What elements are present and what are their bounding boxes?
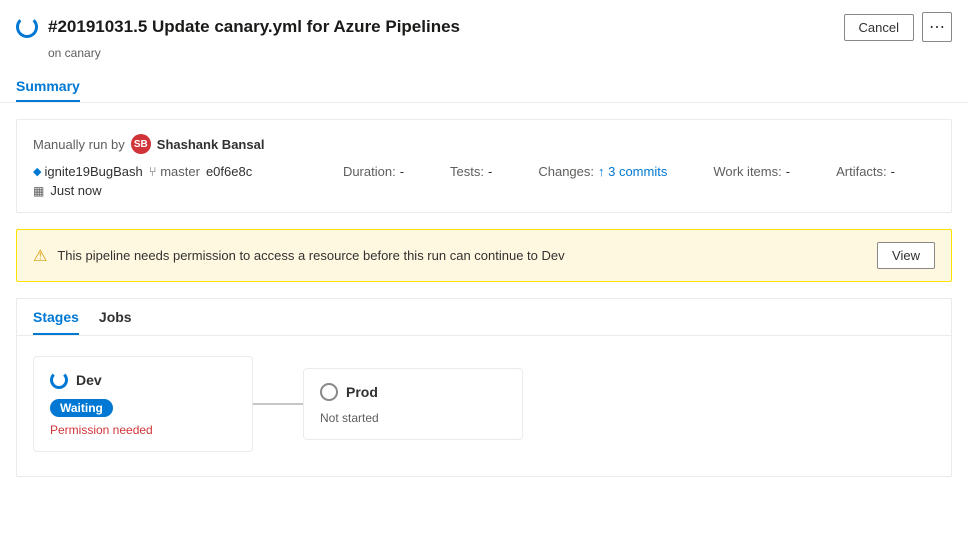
tab-summary[interactable]: Summary <box>16 70 80 102</box>
artifacts-label: Artifacts: <box>836 164 887 179</box>
waiting-spinner-icon <box>50 371 68 389</box>
artifacts-value: - <box>891 164 895 179</box>
run-by-name: Shashank Bansal <box>157 137 265 152</box>
main-tabs: Summary <box>0 70 968 103</box>
meta-row: ◆ ignite19BugBash ⑂ master e0f6e8c Durat… <box>33 164 935 179</box>
cancel-button[interactable]: Cancel <box>844 14 914 41</box>
warning-banner: ⚠ This pipeline needs permission to acce… <box>16 229 952 282</box>
run-by-label: Manually run by <box>33 137 125 152</box>
tests-stat: Tests: - <box>450 164 492 179</box>
info-card: Manually run by SB Shashank Bansal ◆ ign… <box>16 119 952 213</box>
avatar: SB <box>131 134 151 154</box>
ellipsis-icon: ⋯ <box>929 17 945 37</box>
stage-card-header-prod: Prod <box>320 383 506 401</box>
commit-hash: e0f6e8c <box>206 164 252 179</box>
time-row: ▦ Just now <box>33 183 935 198</box>
work-items-value: - <box>786 164 790 179</box>
spinner-icon <box>16 16 38 38</box>
diamond-icon: ◆ <box>33 165 41 178</box>
stages-tabs: Stages Jobs <box>17 299 951 336</box>
duration-stat: Duration: - <box>343 164 404 179</box>
branch-separator: ⑂ master <box>149 164 200 179</box>
permission-needed-text: Permission needed <box>50 423 236 437</box>
branch-tag: ◆ ignite19BugBash <box>33 164 143 179</box>
view-button[interactable]: View <box>877 242 935 269</box>
stage-name-prod: Prod <box>346 384 378 400</box>
stage-card-prod[interactable]: Prod Not started <box>303 368 523 440</box>
duration-value: - <box>400 164 404 179</box>
header-left: #20191031.5 Update canary.yml for Azure … <box>16 16 460 38</box>
work-items-stat: Work items: - <box>713 164 790 179</box>
header: #20191031.5 Update canary.yml for Azure … <box>0 0 968 46</box>
page-title: #20191031.5 Update canary.yml for Azure … <box>48 17 460 37</box>
stage-connector <box>253 403 303 405</box>
pipeline-subtitle: on canary <box>0 46 968 70</box>
not-started-icon <box>320 383 338 401</box>
run-by-row: Manually run by SB Shashank Bansal <box>33 134 935 154</box>
tests-label: Tests: <box>450 164 484 179</box>
branch-name: ignite19BugBash <box>44 164 142 179</box>
more-options-button[interactable]: ⋯ <box>922 12 952 42</box>
work-items-label: Work items: <box>713 164 781 179</box>
tab-stages[interactable]: Stages <box>33 299 79 335</box>
stage-card-header-dev: Dev <box>50 371 236 389</box>
not-started-text: Not started <box>320 411 506 425</box>
page-container: #20191031.5 Update canary.yml for Azure … <box>0 0 968 548</box>
stage-card-dev[interactable]: Dev Waiting Permission needed <box>33 356 253 452</box>
artifacts-stat: Artifacts: - <box>836 164 895 179</box>
changes-value[interactable]: ↑ 3 commits <box>598 164 667 179</box>
pipeline-title: Update canary.yml for Azure Pipelines <box>152 17 460 36</box>
waiting-badge: Waiting <box>50 399 113 417</box>
changes-stat: Changes: ↑ 3 commits <box>538 164 667 179</box>
duration-label: Duration: <box>343 164 396 179</box>
header-right: Cancel ⋯ <box>844 12 952 42</box>
branch-ref: master <box>160 164 200 179</box>
stages-section: Stages Jobs Dev Waiting Permission neede… <box>16 298 952 477</box>
stage-name-dev: Dev <box>76 372 102 388</box>
pipeline-number: #20191031.5 <box>48 17 147 36</box>
calendar-icon: ▦ <box>33 184 44 198</box>
tests-value: - <box>488 164 492 179</box>
warning-left: ⚠ This pipeline needs permission to acce… <box>33 246 565 266</box>
stage-cards: Dev Waiting Permission needed Prod Not s… <box>17 336 951 476</box>
warning-icon: ⚠ <box>33 246 47 266</box>
warning-text: This pipeline needs permission to access… <box>57 248 564 263</box>
time-label: Just now <box>50 183 101 198</box>
tab-jobs[interactable]: Jobs <box>99 299 132 335</box>
changes-label: Changes: <box>538 164 594 179</box>
fork-icon: ⑂ <box>149 164 157 179</box>
